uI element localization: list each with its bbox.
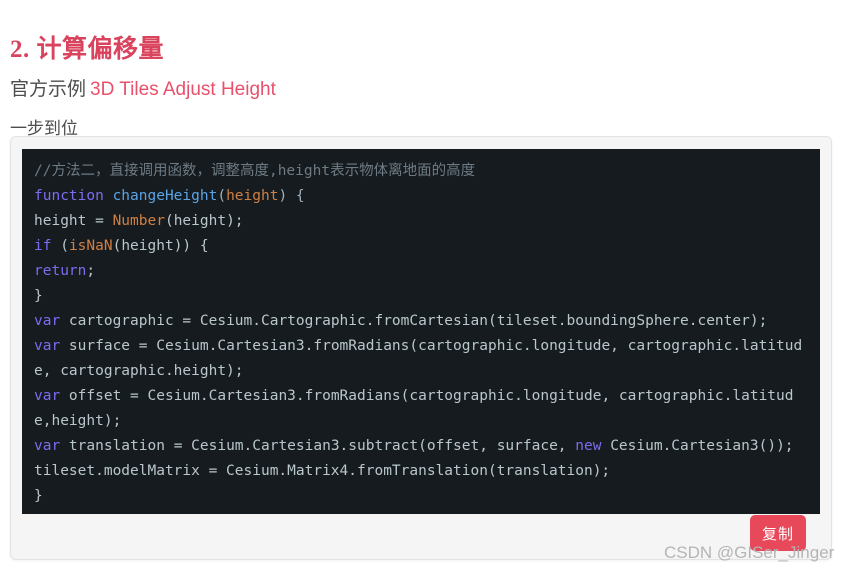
code-token: var (34, 313, 61, 329)
code-token: tileset.modelMatrix = Cesium.Matrix4.fro… (34, 463, 611, 479)
code-token: } (34, 488, 43, 504)
code-token: offset = Cesium.Cartesian3.fromRadians(c… (34, 388, 794, 429)
code-token: function (34, 188, 104, 204)
code-token: var (34, 438, 61, 454)
code-token: ( (51, 238, 69, 254)
official-example-prefix: 官方示例 (10, 79, 87, 100)
code-content: //方法二，直接调用函数，调整高度,height表示物体离地面的高度 funct… (34, 159, 808, 509)
code-token: var (34, 338, 61, 354)
code-token: Number (112, 213, 165, 229)
code-block[interactable]: //方法二，直接调用函数，调整高度,height表示物体离地面的高度 funct… (22, 149, 820, 514)
csdn-watermark: CSDN @GISer_Jinger (664, 543, 835, 562)
code-token: height = (34, 213, 113, 229)
code-token: var (34, 388, 61, 404)
code-token: ) { (278, 188, 305, 204)
code-token: return (34, 263, 87, 279)
official-example-link[interactable]: 3D Tiles Adjust Height (90, 79, 276, 100)
code-token: (height); (164, 213, 244, 229)
code-token: new (575, 438, 602, 454)
official-example-paragraph: 官方示例 3D Tiles Adjust Height (10, 74, 276, 101)
article-page: 2. 计算偏移量 官方示例 3D Tiles Adjust Height 一步到位… (0, 0, 844, 573)
code-container: //方法二，直接调用函数，调整高度,height表示物体离地面的高度 funct… (10, 136, 832, 560)
section-heading: 2. 计算偏移量 (10, 35, 165, 63)
code-token: (height)) { (112, 238, 209, 254)
code-token: if (34, 238, 52, 254)
code-token: cartographic = Cesium.Cartographic.fromC… (60, 313, 768, 329)
code-token: translation = Cesium.Cartesian3.subtract… (60, 438, 576, 454)
code-token: height (226, 188, 279, 204)
code-token: } (34, 288, 43, 304)
code-token: //方法二，直接调用函数，调整高度,height表示物体离地面的高度 (34, 163, 476, 179)
code-token: Cesium.Cartesian3()); (601, 438, 794, 454)
code-token: changeHeight (112, 188, 218, 204)
code-token: ; (86, 263, 96, 279)
code-token: ( (217, 188, 227, 204)
code-token: surface = Cesium.Cartesian3.fromRadians(… (34, 338, 803, 379)
code-token: isNaN (68, 238, 113, 254)
